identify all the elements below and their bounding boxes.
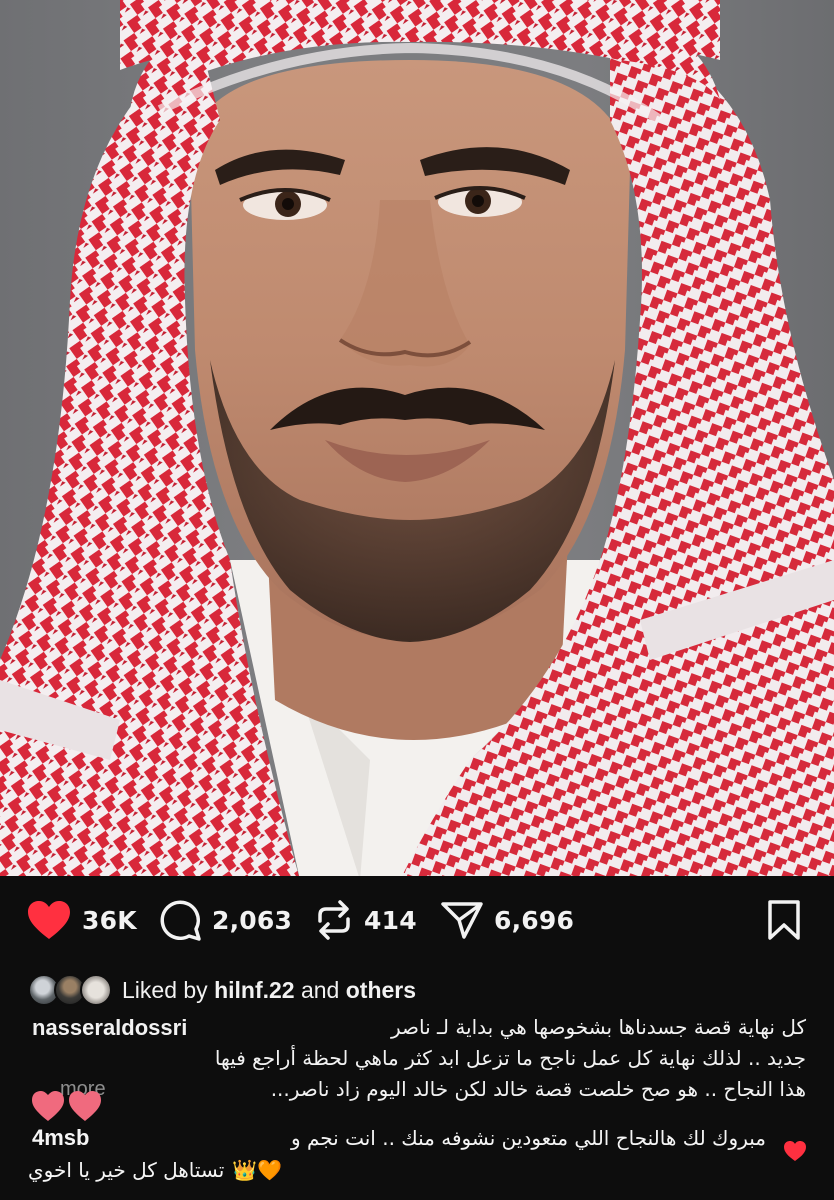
liked-by-row[interactable]: Liked by hilnf.22 and others xyxy=(28,970,416,1010)
comment-line: 4msb مبروك لك هالنجاح اللي متعودين نشوفه… xyxy=(28,1122,806,1154)
like-count: 36K xyxy=(82,905,137,935)
comment-bubble-icon xyxy=(160,900,201,941)
comment-username[interactable]: 4msb xyxy=(32,1122,89,1154)
comment-count: 2,063 xyxy=(212,905,293,935)
comment-emoji: 👑🧡 xyxy=(232,1158,283,1182)
comment-text-line1: مبروك لك هالنجاح اللي متعودين نشوفه منك … xyxy=(290,1126,766,1150)
bookmark-icon xyxy=(768,900,800,940)
liked-by-joiner: and xyxy=(300,976,340,1003)
portrait-illustration xyxy=(0,0,834,876)
liker-avatars xyxy=(28,973,114,1007)
repost-button[interactable]: 414 xyxy=(314,898,417,942)
comment-button[interactable]: 2,063 xyxy=(158,898,292,942)
caption-line: more هذا النجاح .. هو صح خلصت قصة خالد ل… xyxy=(28,1074,806,1105)
comment-like-heart-icon[interactable] xyxy=(782,1139,808,1163)
paper-plane-icon xyxy=(441,902,483,939)
liked-by-others[interactable]: others xyxy=(346,977,416,1003)
liked-by-text: Liked by hilnf.22 and others xyxy=(122,977,416,1004)
liked-by-prefix: Liked by xyxy=(122,976,208,1003)
caption-text-line1: كل نهاية قصة جسدناها بشخوصها هي بداية لـ… xyxy=(390,1015,806,1039)
post-caption: nasseraldossri كل نهاية قصة جسدناها بشخو… xyxy=(28,1012,806,1105)
floating-hearts-icon xyxy=(32,1091,101,1121)
comment-text-line2: تستاهل كل خير يا اخوي xyxy=(28,1158,225,1182)
post-photo[interactable] xyxy=(0,0,834,876)
post-meta: Liked by hilnf.22 and others nasseraldos… xyxy=(0,966,834,1200)
like-button[interactable]: 36K xyxy=(26,898,137,942)
avatar xyxy=(80,974,112,1006)
caption-username[interactable]: nasseraldossri xyxy=(32,1012,187,1043)
save-button[interactable] xyxy=(766,898,802,942)
caption-text-line2: جديد .. لذلك نهاية كل عمل ناجح ما تزعل ا… xyxy=(214,1046,806,1070)
comment-line: تستاهل كل خير يا اخوي 👑🧡 xyxy=(28,1154,806,1186)
liked-by-username[interactable]: hilnf.22 xyxy=(214,977,295,1003)
heart-filled-icon xyxy=(28,901,70,939)
repost-count: 414 xyxy=(364,905,417,935)
caption-line: nasseraldossri كل نهاية قصة جسدناها بشخو… xyxy=(28,1012,806,1043)
caption-text-line3: هذا النجاح .. هو صح خلصت قصة خالد لكن خا… xyxy=(270,1077,806,1101)
top-comment: 4msb مبروك لك هالنجاح اللي متعودين نشوفه… xyxy=(28,1122,806,1186)
share-button[interactable]: 6,696 xyxy=(440,898,574,942)
repost-arrows-icon xyxy=(318,900,350,940)
share-count: 6,696 xyxy=(494,905,575,935)
post-action-bar: 36K 2,063 414 6,696 xyxy=(0,876,834,966)
